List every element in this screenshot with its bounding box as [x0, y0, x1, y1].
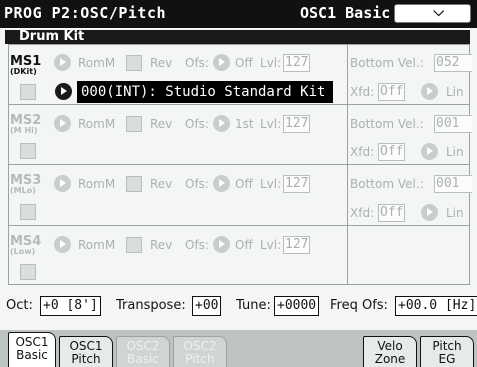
divider	[8, 164, 470, 165]
drum-kit-name[interactable]: 000(INT): Studio Standard Kit	[77, 81, 333, 103]
tune-value[interactable]: +0000	[274, 296, 320, 316]
ms2-xfd-value[interactable]: Off	[378, 143, 406, 161]
tab-osc2-basic: OSC2 Basic	[116, 336, 170, 367]
ms4-lvl-value[interactable]: 127	[283, 236, 311, 254]
ms2-rom-label: RomM	[78, 117, 116, 131]
ms1-rev-checkbox[interactable]	[126, 55, 142, 71]
ms4-ofs-label: Ofs:	[185, 238, 209, 252]
ms3-ofs-label: Ofs:	[185, 177, 209, 191]
ms4-label: MS4 (Low)	[10, 234, 42, 256]
ms2-label: MS2 (M Hi)	[10, 113, 42, 135]
ms1-ofs-label: Ofs:	[185, 56, 209, 70]
ms2-bottom-vel-value[interactable]: 001	[434, 115, 472, 133]
tab-pitch-eg[interactable]: Pitch EG	[420, 336, 474, 367]
divider	[347, 44, 348, 285]
ms4-ofs-arrow-icon[interactable]	[213, 236, 230, 253]
divider	[8, 104, 470, 105]
oscillator-title: OSC1 Basic	[300, 4, 391, 22]
ms1-ofs-arrow-icon[interactable]	[213, 54, 230, 71]
transpose-value[interactable]: +00	[192, 296, 222, 316]
ms2-xfd-arrow-icon[interactable]	[421, 143, 438, 160]
ms3-label: MS3 (MLo)	[10, 173, 42, 195]
oct-value[interactable]: +0 [8']	[40, 296, 101, 316]
ms4-ofs-value[interactable]: Off	[235, 237, 253, 253]
tab-osc1-basic[interactable]: OSC1 Basic	[8, 332, 56, 367]
ms2-rev-label: Rev	[150, 117, 173, 131]
transpose-label: Transpose:	[116, 298, 186, 313]
ms3-curve[interactable]: Lin	[446, 205, 464, 221]
ms2-bottom-vel-label: Bottom Vel.:	[350, 117, 424, 131]
ms1-curve[interactable]: Lin	[446, 84, 464, 100]
ms3-xfd-label: Xfd:	[350, 206, 375, 220]
ms3-rom-label: RomM	[78, 177, 116, 191]
ms1-label: MS1 (DKit)	[10, 54, 42, 76]
ms2-xfd-label: Xfd:	[350, 145, 375, 159]
ms1-lvl-value[interactable]: 127	[283, 54, 311, 72]
ms4-lvl-label: Lvl:	[260, 238, 282, 252]
ms2-select-arrow-icon[interactable]	[54, 115, 71, 132]
ms3-ofs-value[interactable]: Off	[235, 176, 253, 192]
tune-label: Tune:	[236, 298, 271, 313]
page-menu-button[interactable]: ⌵	[394, 4, 471, 23]
ms2-enable-checkbox[interactable]	[20, 143, 36, 159]
ms1-ofs-value[interactable]: Off	[235, 55, 253, 71]
kit-select-arrow-icon[interactable]	[55, 83, 72, 100]
ms4-rev-checkbox[interactable]	[126, 237, 142, 253]
ms2-lvl-value[interactable]: 127	[283, 115, 311, 133]
oct-label: Oct:	[6, 298, 33, 313]
tab-velo-zone[interactable]: Velo Zone	[363, 336, 417, 367]
ms3-ofs-arrow-icon[interactable]	[213, 175, 230, 192]
freq-ofs-label: Freq Ofs:	[330, 298, 388, 313]
ms2-curve[interactable]: Lin	[446, 144, 464, 160]
ms3-xfd-value[interactable]: Off	[378, 204, 406, 222]
ms3-bottom-vel-value[interactable]: 001	[434, 175, 472, 193]
ms3-rev-label: Rev	[150, 177, 173, 191]
chevron-down-icon: ⌵	[433, 4, 444, 20]
ms2-rev-checkbox[interactable]	[126, 116, 142, 132]
ms1-select-arrow-icon[interactable]	[54, 54, 71, 71]
ms3-bottom-vel-label: Bottom Vel.:	[350, 177, 424, 191]
ms1-xfd-value[interactable]: Off	[378, 83, 406, 101]
ms3-lvl-value[interactable]: 127	[283, 175, 311, 193]
ms2-ofs-value[interactable]: 1st	[235, 116, 254, 132]
ms4-rom-label: RomM	[78, 238, 116, 252]
ms1-xfd-arrow-icon[interactable]	[421, 83, 438, 100]
ms2-ofs-arrow-icon[interactable]	[213, 115, 230, 132]
tab-osc1-pitch[interactable]: OSC1 Pitch	[59, 336, 113, 367]
ms2-lvl-label: Lvl:	[260, 117, 282, 131]
ms4-rev-label: Rev	[150, 238, 173, 252]
ms1-enable-checkbox[interactable]	[20, 84, 36, 100]
ms1-rom-label: RomM	[78, 56, 116, 70]
tab-osc2-pitch: OSC2 Pitch	[173, 336, 227, 367]
ms3-select-arrow-icon[interactable]	[54, 175, 71, 192]
ms3-lvl-label: Lvl:	[260, 177, 282, 191]
ms1-bottom-vel-label: Bottom Vel.:	[350, 56, 424, 70]
ms4-select-arrow-icon[interactable]	[54, 236, 71, 253]
ms3-rev-checkbox[interactable]	[126, 176, 142, 192]
divider	[8, 225, 470, 226]
screen: PROG P2:OSC/Pitch OSC1 Basic ⌵ Drum Kit …	[0, 0, 477, 367]
ms2-ofs-label: Ofs:	[185, 117, 209, 131]
ms1-xfd-label: Xfd:	[350, 85, 375, 99]
ms3-enable-checkbox[interactable]	[20, 204, 36, 220]
ms1-lvl-label: Lvl:	[260, 56, 282, 70]
ms3-xfd-arrow-icon[interactable]	[421, 204, 438, 221]
page-title: PROG P2:OSC/Pitch	[4, 4, 167, 22]
ms1-bottom-vel-value[interactable]: 052	[434, 54, 472, 72]
ms1-rev-label: Rev	[150, 56, 173, 70]
drum-kit-title: Drum Kit	[5, 30, 470, 44]
title-bar: PROG P2:OSC/Pitch OSC1 Basic ⌵	[0, 0, 477, 28]
ms4-enable-checkbox[interactable]	[20, 264, 36, 280]
freq-ofs-value[interactable]: +00.0 [Hz]	[395, 296, 477, 316]
